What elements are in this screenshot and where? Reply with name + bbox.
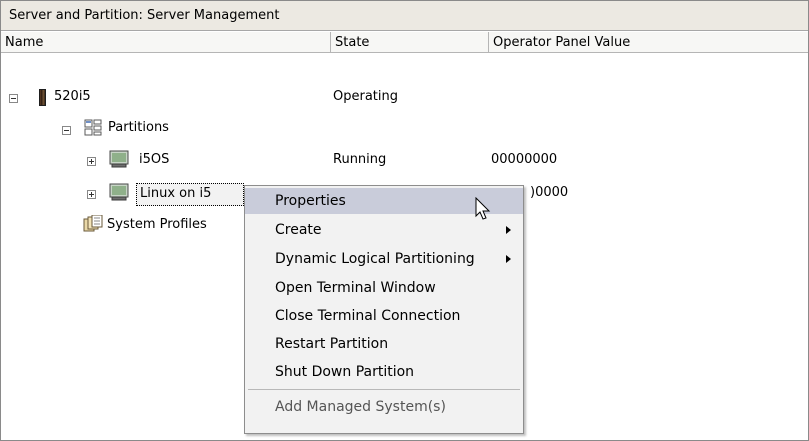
column-header-opv-label: Operator Panel Value <box>493 34 631 50</box>
menu-item-add-managed-systems[interactable]: Add Managed System(s) <box>245 394 523 420</box>
window-title-bar: Server and Partition: Server Management <box>1 1 808 31</box>
partitions-icon <box>84 119 102 136</box>
window-title: Server and Partition: Server Management <box>9 8 280 23</box>
menu-item-shut-down-partition[interactable]: Shut Down Partition <box>245 359 523 385</box>
collapse-partitions-toggle[interactable] <box>62 126 71 135</box>
server-tower-icon <box>39 89 46 106</box>
monitor-icon <box>109 150 129 168</box>
monitor-icon <box>109 183 129 201</box>
menu-item-dynamic-logical-partitioning[interactable]: Dynamic Logical Partitioning <box>245 246 523 272</box>
tree-item-i5os-label[interactable]: i5OS <box>139 152 169 167</box>
menu-item-restart-partition[interactable]: Restart Partition <box>245 331 523 357</box>
selected-item-box[interactable]: Linux on i5 <box>136 183 244 206</box>
mouse-pointer-icon <box>475 197 491 221</box>
expand-i5os-toggle[interactable] <box>87 157 96 166</box>
i5os-operator-panel-value: 00000000 <box>491 152 558 167</box>
context-menu: Properties Create Dynamic Logical Partit… <box>244 185 524 434</box>
menu-item-shutdown-label: Shut Down Partition <box>275 364 415 380</box>
column-header-state[interactable]: State <box>331 32 489 52</box>
submenu-arrow-icon <box>506 255 511 263</box>
menu-item-open-terminal-label: Open Terminal Window <box>275 280 436 296</box>
tree-item-partitions-label[interactable]: Partitions <box>108 120 169 135</box>
expand-linux-toggle[interactable] <box>87 190 96 199</box>
menu-item-dlpar-label: Dynamic Logical Partitioning <box>275 251 475 267</box>
menu-item-open-terminal-window[interactable]: Open Terminal Window <box>245 275 523 301</box>
column-header-name[interactable]: Name <box>1 32 331 52</box>
server-management-window: Server and Partition: Server Management … <box>0 0 809 441</box>
linux-operator-panel-value: )0000 <box>530 185 569 200</box>
column-header-row: Name State Operator Panel Value <box>1 32 808 53</box>
menu-item-properties-label: Properties <box>275 193 346 209</box>
menu-item-close-terminal-label: Close Terminal Connection <box>275 308 461 324</box>
i5os-state: Running <box>333 152 387 167</box>
column-header-operator-panel-value[interactable]: Operator Panel Value <box>489 32 808 52</box>
menu-item-add-managed-label: Add Managed System(s) <box>275 399 446 415</box>
menu-item-create-label: Create <box>275 222 322 238</box>
submenu-arrow-icon <box>506 226 511 234</box>
menu-separator <box>248 389 520 390</box>
tree-item-system-profiles-label[interactable]: System Profiles <box>107 217 207 232</box>
menu-item-close-terminal-connection[interactable]: Close Terminal Connection <box>245 303 523 329</box>
column-header-state-label: State <box>335 34 370 50</box>
collapse-server-toggle[interactable] <box>9 94 18 103</box>
menu-item-restart-label: Restart Partition <box>275 336 389 352</box>
system-profiles-icon <box>83 215 103 233</box>
column-header-name-label: Name <box>5 34 44 50</box>
server-state: Operating <box>333 89 398 104</box>
tree-item-server-label[interactable]: 520i5 <box>54 89 91 104</box>
tree-item-linux-label: Linux on i5 <box>140 186 212 201</box>
